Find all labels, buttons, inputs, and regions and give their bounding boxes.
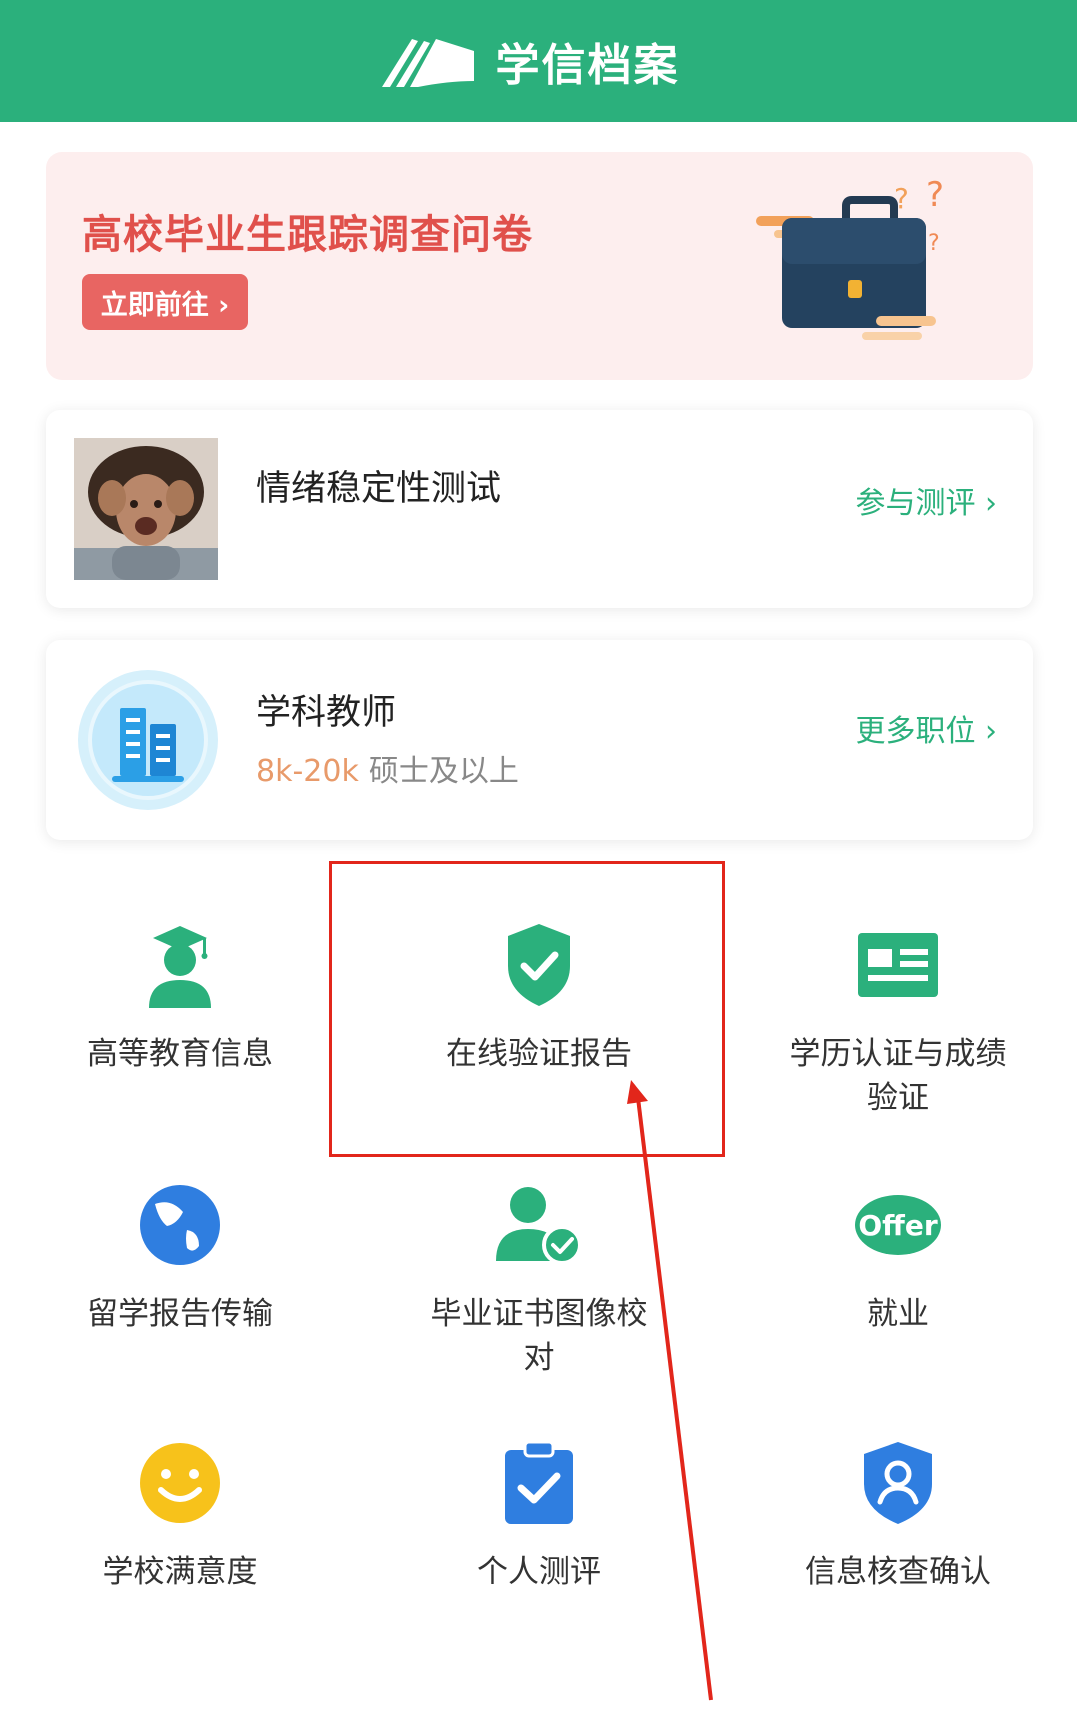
annotation-highlight-box [329, 861, 725, 1157]
svg-text:?: ? [926, 178, 944, 215]
grid-label: 学校满意度 [102, 1554, 258, 1590]
join-assessment-link[interactable]: 参与测评 › [855, 478, 997, 522]
building-icon [78, 670, 218, 810]
book-logo-icon [381, 39, 474, 87]
grid-label: 学历认证与成绩验证 [789, 1036, 1007, 1116]
grid-item-certificate-check[interactable]: 毕业证书图像校对 [379, 1180, 699, 1380]
id-card-icon [858, 933, 938, 997]
grid-item-info-verification[interactable]: 信息核查确认 [738, 1438, 1058, 1594]
offer-icon: Offer [855, 1195, 941, 1255]
globe-icon [140, 1185, 220, 1265]
stressed-person-photo [74, 438, 218, 580]
grid-label: 毕业证书图像校对 [430, 1296, 648, 1376]
salary-range: 8k-20k [256, 754, 359, 789]
grid-item-higher-education[interactable]: 高等教育信息 [20, 920, 340, 1076]
card-title: 情绪稳定性测试 [256, 469, 502, 509]
banner-title: 高校毕业生跟踪调查问卷 [82, 212, 533, 258]
grid-label: 高等教育信息 [87, 1036, 273, 1072]
grid-label: 信息核查确认 [805, 1554, 991, 1590]
grid-label: 留学报告传输 [87, 1296, 273, 1332]
grid-label: 就业 [867, 1296, 929, 1332]
user-check-icon [496, 1187, 582, 1265]
clipboard-check-icon [505, 1440, 573, 1524]
go-now-button[interactable]: 立即前往 › [82, 274, 248, 330]
more-jobs-link[interactable]: 更多职位 › [855, 706, 997, 750]
job-info: 8k-20k 硕士及以上 [256, 746, 519, 790]
grid-item-employment[interactable]: Offer 就业 [738, 1180, 1058, 1336]
app-header: 学信档案 [0, 0, 1077, 122]
grid-item-personal-assessment[interactable]: 个人测评 [379, 1438, 699, 1594]
grid-item-overseas-report[interactable]: 留学报告传输 [20, 1180, 340, 1336]
app-title: 学信档案 [495, 40, 680, 91]
smiley-icon [140, 1443, 220, 1523]
svg-text:?: ? [928, 231, 940, 256]
app-logo: 学信档案 [378, 29, 680, 93]
grid-item-school-satisfaction[interactable]: 学校满意度 [20, 1438, 340, 1594]
briefcase-illustration-icon: ? ? ? [756, 178, 944, 340]
svg-text:?: ? [894, 182, 909, 215]
job-card[interactable]: 学科教师 8k-20k 硕士及以上 更多职位 › [46, 640, 1033, 840]
emotion-test-card[interactable]: 情绪稳定性测试 参与测评 › [46, 410, 1033, 608]
degree-requirement: 硕士及以上 [368, 754, 519, 789]
job-title: 学科教师 [256, 693, 397, 733]
grid-item-degree-certification[interactable]: 学历认证与成绩验证 [738, 920, 1058, 1120]
graduate-icon [149, 926, 211, 1008]
grid-label: 个人测评 [477, 1554, 601, 1590]
shield-user-icon [864, 1442, 932, 1524]
survey-banner[interactable]: 高校毕业生跟踪调查问卷 立即前往 › ? ? ? [46, 152, 1033, 380]
svg-text:Offer: Offer [858, 1209, 937, 1242]
